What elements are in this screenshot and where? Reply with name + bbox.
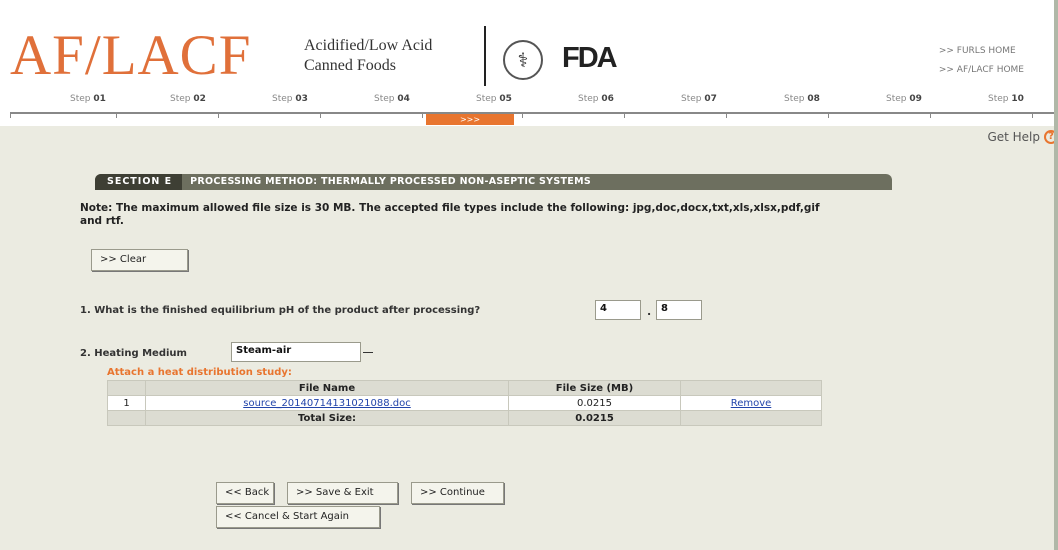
ph-decimal-input[interactable]: 8 — [656, 300, 702, 320]
table-header-row: File Name File Size (MB) — [107, 380, 822, 396]
step-label-02: Step 02 — [170, 94, 206, 104]
step-label-03: Step 03 — [272, 94, 308, 104]
attach-study-label: Attach a heat distribution study: — [107, 367, 292, 378]
dropdown-caret-icon[interactable] — [363, 352, 373, 353]
remove-file-link[interactable]: Remove — [731, 398, 772, 409]
section-title: PROCESSING METHOD: THERMALLY PROCESSED N… — [190, 176, 591, 187]
step-tick — [320, 112, 321, 118]
step-label-10: Step 10 — [988, 94, 1024, 104]
file-size-cell: 0.0215 — [508, 395, 681, 411]
heating-medium-label: 2. Heating Medium — [80, 348, 187, 359]
step-progress-bar: Step 01 Step 02 Step 03 Step 04 Step 05 … — [0, 92, 1058, 124]
ph-decimal-separator: . — [647, 305, 652, 318]
step-tick — [930, 112, 931, 118]
column-header-index — [107, 380, 146, 396]
top-links: >> FURLS HOME >> AF/LACF HOME — [939, 42, 1024, 80]
heating-medium-select[interactable]: Steam-air — [231, 342, 361, 362]
step-tick — [10, 112, 11, 118]
total-spacer — [107, 410, 146, 426]
logo-subtitle-line2: Canned Foods — [304, 57, 396, 74]
total-spacer — [680, 410, 822, 426]
step-tick — [624, 112, 625, 118]
back-button[interactable]: << Back — [216, 482, 274, 504]
row-index: 1 — [107, 395, 146, 411]
current-step-indicator: >>> — [426, 114, 514, 125]
total-size-value: 0.0215 — [508, 410, 681, 426]
step-tick — [522, 112, 523, 118]
file-size-note: Note: The maximum allowed file size is 3… — [80, 202, 820, 227]
step-tick — [828, 112, 829, 118]
step-tick — [726, 112, 727, 118]
scrollbar-edge[interactable] — [1054, 0, 1058, 550]
step-label-04: Step 04 — [374, 94, 410, 104]
total-row: Total Size: 0.0215 — [107, 410, 822, 426]
main-content: Get Help ? SECTION E PROCESSING METHOD: T… — [0, 126, 1058, 550]
hhs-seal-icon: ⚕ — [503, 40, 543, 80]
file-name-cell: source_20140714131021088.doc — [145, 395, 509, 411]
get-help-link[interactable]: Get Help — [987, 130, 1040, 144]
step-label-01: Step 01 — [70, 94, 106, 104]
step-label-08: Step 08 — [784, 94, 820, 104]
step-tick — [422, 112, 423, 118]
attached-files-table: File Name File Size (MB) 1 source_201407… — [107, 380, 822, 426]
step-line — [10, 112, 1058, 114]
total-size-label: Total Size: — [145, 410, 509, 426]
column-header-file-size: File Size (MB) — [508, 380, 681, 396]
cancel-start-again-button[interactable]: << Cancel & Start Again — [216, 506, 380, 528]
clear-button[interactable]: >> Clear — [91, 249, 188, 271]
fda-logo: FDA — [562, 42, 618, 74]
step-label-07: Step 07 — [681, 94, 717, 104]
section-header: SECTION E PROCESSING METHOD: THERMALLY PR… — [95, 174, 892, 190]
section-tag: SECTION E — [95, 174, 183, 190]
column-header-action — [680, 380, 822, 396]
step-label-06: Step 06 — [578, 94, 614, 104]
logo-subtitle-line1: Acidified/Low Acid — [304, 37, 433, 54]
continue-button[interactable]: >> Continue — [411, 482, 504, 504]
save-exit-button[interactable]: >> Save & Exit — [287, 482, 398, 504]
ph-integer-input[interactable]: 4 — [595, 300, 641, 320]
action-cell: Remove — [680, 395, 822, 411]
column-header-file-name: File Name — [145, 380, 509, 396]
table-row: 1 source_20140714131021088.doc 0.0215 Re… — [107, 395, 822, 411]
step-label-05: Step 05 — [476, 94, 512, 104]
header: AF/LACF Acidified/Low Acid Canned Foods … — [0, 0, 1058, 92]
step-tick — [116, 112, 117, 118]
furls-home-link[interactable]: >> FURLS HOME — [939, 42, 1024, 61]
logo-subtitle: Acidified/Low Acid Canned Foods — [304, 36, 432, 76]
step-tick — [218, 112, 219, 118]
af-lacf-home-link[interactable]: >> AF/LACF HOME — [939, 61, 1024, 80]
logo-divider — [484, 26, 486, 86]
af-lacf-logo: AF/LACF — [10, 24, 252, 87]
step-label-09: Step 09 — [886, 94, 922, 104]
step-tick — [1032, 112, 1033, 118]
file-name-link[interactable]: source_20140714131021088.doc — [243, 398, 411, 409]
ph-question-label: 1. What is the finished equilibrium pH o… — [80, 305, 481, 316]
